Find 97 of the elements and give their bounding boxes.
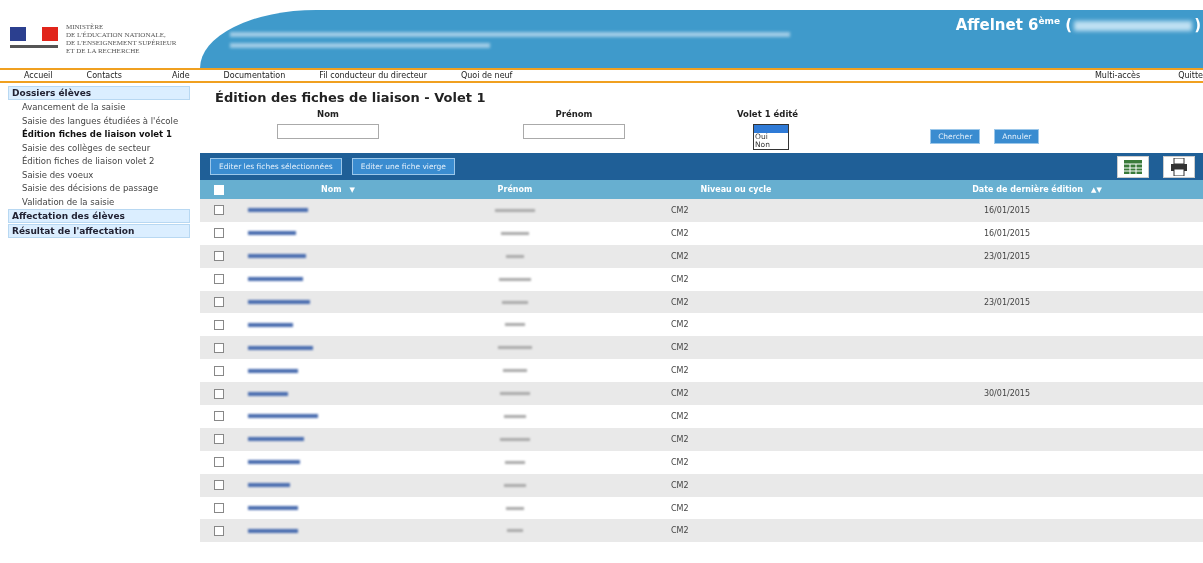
row-checkbox[interactable]: [214, 228, 224, 239]
nav-link[interactable]: Accueil: [0, 71, 63, 80]
row-checkbox[interactable]: [214, 411, 224, 422]
table-cell: 23/01/2015: [983, 251, 1031, 261]
sidebar-item[interactable]: Saisie des décisions de passage: [8, 182, 190, 196]
table-cell: 16/01/2015: [983, 205, 1031, 215]
table-cell: CM2: [671, 274, 689, 284]
select-all-checkbox[interactable]: [214, 184, 224, 195]
table-cell: CM2: [671, 503, 689, 513]
table-cell: CM2: [671, 343, 689, 353]
sidebar-item[interactable]: Avancement de la saisie: [8, 101, 190, 115]
redacted-text: [506, 506, 524, 510]
redacted-text: [495, 208, 535, 212]
spreadsheet-export-button[interactable]: [1117, 156, 1149, 178]
table-cell: CM2: [671, 526, 689, 536]
table-cell: CM2: [671, 366, 689, 376]
table-cell: CM2: [671, 205, 689, 215]
redacted-link[interactable]: [248, 208, 308, 213]
field-label: Nom: [317, 109, 339, 119]
sidebar-section[interactable]: Dossiers élèves: [8, 86, 190, 100]
redacted-link[interactable]: [248, 391, 288, 396]
table-cell: CM2: [671, 228, 689, 238]
nav-link[interactable]: Quoi de neuf: [437, 71, 523, 80]
table-cell: CM2: [671, 457, 689, 467]
redacted-text: [504, 414, 526, 418]
sidebar-item[interactable]: Édition fiches de liaison volet 1: [8, 128, 190, 142]
row-checkbox[interactable]: [214, 480, 224, 491]
row-checkbox[interactable]: [214, 251, 224, 262]
row-checkbox[interactable]: [214, 457, 224, 468]
printer-icon: [1171, 158, 1187, 176]
redacted-link[interactable]: [248, 483, 290, 488]
redacted-text: [498, 346, 532, 350]
row-checkbox[interactable]: [214, 297, 224, 307]
sidebar-item[interactable]: Saisie des voeux: [8, 168, 190, 182]
app-title: Affelnet 6$^{ème}$ (: [955, 16, 1073, 34]
print-button[interactable]: [1163, 156, 1195, 178]
redacted-link[interactable]: [248, 437, 304, 442]
redacted-link[interactable]: [248, 506, 298, 510]
row-checkbox[interactable]: [214, 434, 224, 445]
row-checkbox[interactable]: [214, 388, 224, 399]
row-checkbox[interactable]: [214, 365, 224, 376]
nav-link[interactable]: Documentation: [199, 71, 296, 80]
text-field[interactable]: [277, 124, 379, 139]
redacted-link[interactable]: [248, 345, 313, 350]
redacted-text: [501, 231, 529, 235]
nav-link[interactable]: Quitte: [1140, 71, 1203, 80]
sidebar-item[interactable]: Validation de la saisie: [8, 195, 190, 209]
redacted-link[interactable]: [248, 528, 298, 533]
table-cell: CM2: [671, 480, 689, 490]
app-title: ): [1194, 16, 1201, 34]
nav-link[interactable]: Fil conducteur du directeur: [295, 71, 437, 80]
grid-icon: [1124, 160, 1142, 174]
sidebar-item[interactable]: Édition fiches de liaison volet 2: [8, 155, 190, 169]
redacted-text: [499, 277, 531, 281]
field-label: Volet 1 édité: [737, 109, 799, 119]
row-checkbox[interactable]: [214, 205, 224, 216]
table-cell: CM2: [671, 320, 689, 330]
table-cell: CM2: [671, 389, 689, 399]
table-cell: CM2: [671, 297, 689, 307]
redacted-text: [505, 460, 525, 464]
redacted-text: [500, 392, 530, 396]
redacted-text: [505, 323, 525, 327]
redacted-link[interactable]: [248, 368, 298, 373]
redacted-text: [502, 300, 528, 304]
redacted-link[interactable]: [248, 231, 296, 236]
nav-link[interactable]: Aide: [131, 71, 200, 80]
redacted-text: [504, 483, 526, 487]
redacted-link[interactable]: [248, 300, 310, 304]
row-checkbox[interactable]: [214, 319, 224, 330]
table-cell: 23/01/2015: [983, 297, 1031, 307]
redacted-text: [503, 369, 527, 373]
row-checkbox[interactable]: [214, 342, 224, 353]
sidebar-item[interactable]: Saisie des collèges de secteur: [8, 141, 190, 155]
sidebar-section[interactable]: Affectation des élèves: [8, 209, 190, 223]
row-checkbox[interactable]: [214, 525, 224, 536]
field-label: Prénom: [555, 109, 593, 119]
redacted-link[interactable]: [248, 322, 293, 327]
nav-link[interactable]: Multi-accès: [1034, 71, 1141, 80]
redacted-link[interactable]: [248, 414, 318, 419]
nav-link[interactable]: Contacts: [62, 71, 132, 80]
table-cell: CM2: [671, 434, 689, 444]
redacted-text: [507, 529, 523, 533]
redacted-link[interactable]: [248, 460, 300, 465]
table-cell: CM2: [671, 411, 689, 421]
redacted-text: [506, 254, 524, 258]
row-checkbox[interactable]: [214, 274, 224, 285]
table-cell: 30/01/2015: [983, 389, 1031, 399]
page-title: Édition des fiches de liaison - Volet 1: [215, 90, 487, 105]
redacted-text: [500, 437, 530, 441]
table-cell: 16/01/2015: [983, 228, 1031, 238]
table-cell: CM2: [671, 251, 689, 261]
sidebar-section[interactable]: Résultat de l'affectation: [8, 224, 190, 238]
redacted-link[interactable]: [248, 277, 303, 282]
redacted-link[interactable]: [248, 254, 306, 259]
sidebar-item[interactable]: Saisie des langues étudiées à l'école: [8, 114, 190, 128]
row-checkbox[interactable]: [214, 503, 224, 513]
text-field[interactable]: [523, 124, 625, 139]
